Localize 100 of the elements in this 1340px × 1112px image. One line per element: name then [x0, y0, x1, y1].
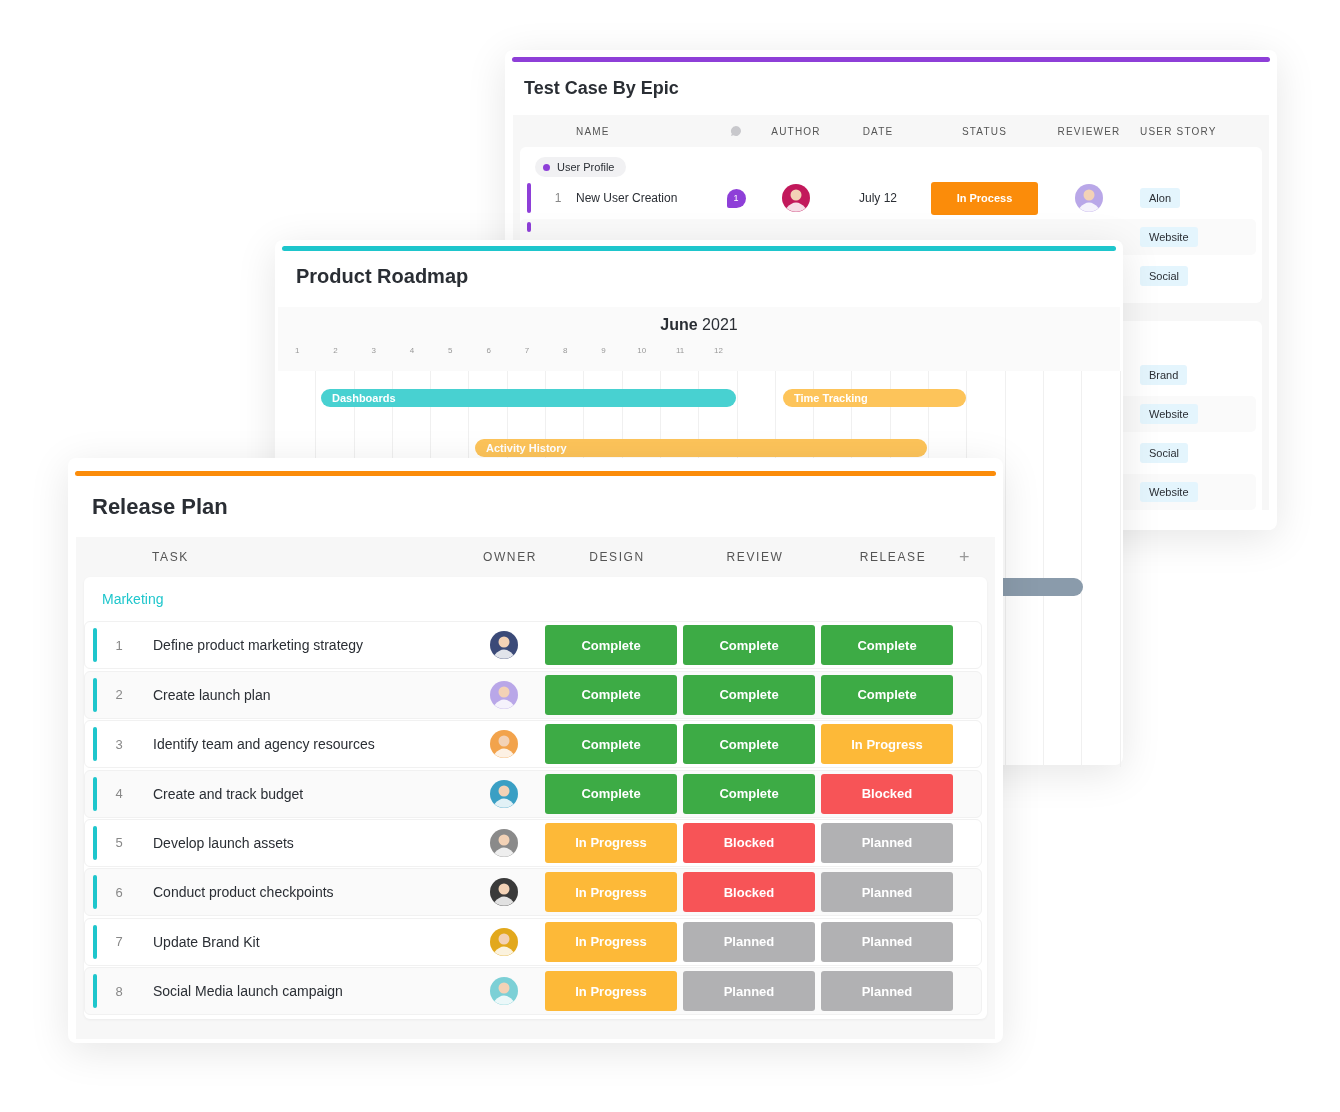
row-number: 1 [553, 191, 563, 205]
row-accent-bar [93, 727, 97, 762]
owner-avatar [490, 730, 518, 759]
test-case-name: New User Creation [576, 191, 679, 205]
row-accent-bar [527, 183, 531, 213]
table-row[interactable]: 1 New User Creation 1 July 12 In Process Alon [520, 180, 1256, 216]
status-badge: Complete [821, 625, 953, 666]
status-badge: Planned [821, 971, 953, 1012]
row-number: 5 [114, 835, 124, 851]
row-number: 3 [114, 736, 124, 752]
day-label: 9 [600, 346, 607, 355]
card-title: Test Case By Epic [523, 77, 680, 100]
task-name: Create launch plan [153, 686, 272, 703]
task-name: Develop launch assets [153, 834, 295, 851]
task-name: Define product marketing strategy [153, 637, 365, 654]
row-accent-bar [93, 677, 97, 712]
day-label: 5 [447, 346, 454, 355]
date-cell: July 12 [859, 191, 897, 205]
column-header: REVIEWER [1057, 125, 1121, 137]
row-accent-bar [93, 974, 97, 1009]
status-badge: Planned [683, 971, 815, 1012]
user-story-tag: Brand [1140, 365, 1188, 385]
status-badge: In Progress [545, 872, 677, 913]
task-name: Social Media launch campaign [153, 983, 344, 1000]
group-name: Marketing [102, 591, 164, 607]
table-row[interactable]: 5 Develop launch assets In Progress Blocked Planned [84, 818, 982, 867]
status-badge: Complete [545, 773, 677, 814]
column-header: OWNER [483, 550, 537, 564]
status-badge: In Progress [821, 724, 953, 765]
user-story-tag: Social [1140, 443, 1188, 463]
status-badge: Complete [683, 724, 815, 765]
author-avatar [782, 184, 810, 212]
row-number: 2 [114, 687, 124, 703]
owner-avatar [490, 878, 518, 907]
user-story-tag: Website [1140, 404, 1198, 424]
owner-avatar [490, 927, 518, 956]
timeline-bar[interactable] [1003, 578, 1083, 596]
table-row[interactable]: 6 Conduct product checkpoints In Progress Blocked Planned [84, 868, 982, 917]
status-badge: Planned [821, 872, 953, 913]
status-badge: In Process [931, 181, 1038, 215]
column-header: DESIGN [589, 550, 645, 564]
row-accent-bar [93, 924, 97, 959]
comment-count-badge: 1 [726, 188, 746, 208]
task-name: Update Brand Kit [153, 933, 261, 950]
column-header: RELEASE [859, 550, 927, 564]
status-badge: Planned [821, 921, 953, 962]
card-title: Product Roadmap [295, 264, 470, 289]
day-label: 8 [562, 346, 569, 355]
status-badge: Complete [821, 674, 953, 715]
column-header: USER STORY [1140, 125, 1218, 137]
status-badge: Blocked [683, 822, 815, 863]
row-number: 1 [114, 637, 124, 653]
column-header: AUTHOR [771, 125, 821, 137]
column-header: STATUS [961, 125, 1008, 137]
table-row[interactable]: 7 Update Brand Kit In Progress Planned Planned [84, 917, 982, 966]
day-label: 1 [293, 346, 301, 355]
day-label: 2 [332, 346, 339, 355]
owner-avatar [490, 680, 518, 709]
row-accent-bar [527, 222, 531, 232]
day-label: 4 [408, 346, 416, 355]
day-label: 11 [674, 346, 686, 355]
month-label: June 2021 [660, 316, 738, 333]
status-badge: Blocked [683, 872, 815, 913]
comment-icon [730, 125, 742, 137]
group-tag[interactable]: User Profile [535, 157, 627, 177]
status-badge: Complete [545, 724, 677, 765]
owner-avatar [490, 977, 518, 1006]
row-accent-bar [93, 875, 97, 910]
column-header: DATE [862, 125, 894, 137]
card-title: Release Plan [91, 493, 229, 521]
group-name: User Profile [557, 161, 615, 173]
day-label: 6 [485, 346, 492, 355]
status-badge: Complete [683, 773, 815, 814]
day-label: 7 [523, 346, 531, 355]
row-number: 4 [114, 786, 124, 802]
owner-avatar [490, 828, 518, 857]
status-badge: Complete [545, 625, 677, 666]
user-story-tag: Website [1140, 227, 1198, 247]
table-row[interactable]: 8 Social Media launch campaign In Progress Planned Planned [84, 967, 982, 1016]
status-badge: In Progress [545, 921, 677, 962]
table-row[interactable]: 3 Identify team and agency resources Complete Complete In Progress [84, 720, 982, 769]
table-row[interactable]: 4 Create and track budget Complete Complete Blocked [84, 769, 982, 818]
status-badge: Complete [545, 674, 677, 715]
row-number: 7 [114, 934, 124, 950]
table-row[interactable]: 2 Create launch plan Complete Complete Complete [84, 670, 982, 719]
status-badge: Complete [683, 674, 815, 715]
user-story-tag: Alon [1140, 188, 1181, 208]
table-row[interactable]: 1 Define product marketing strategy Complete Complete Complete [84, 621, 982, 670]
day-label: 10 [636, 346, 648, 355]
status-badge: Complete [683, 625, 815, 666]
user-story-tag: Website [1140, 482, 1198, 502]
status-badge: In Progress [545, 822, 677, 863]
row-accent-bar [93, 825, 97, 860]
status-badge: In Progress [545, 971, 677, 1012]
task-name: Conduct product checkpoints [153, 884, 335, 901]
status-badge: Planned [683, 921, 815, 962]
status-badge: Planned [821, 822, 953, 863]
owner-avatar [490, 631, 518, 660]
status-badge: Blocked [821, 773, 953, 814]
row-number: 8 [114, 983, 124, 999]
